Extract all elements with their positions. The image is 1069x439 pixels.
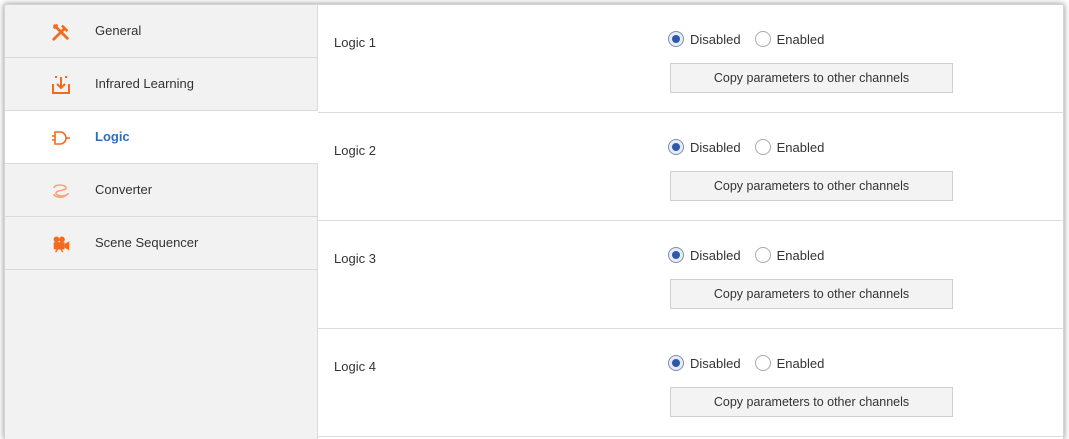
sidebar: General Infrared Learning Logic Converte… [5, 5, 318, 439]
enabled-radio-label: Enabled [776, 247, 825, 263]
enable-radio-group: Disabled Enabled [668, 31, 838, 47]
sidebar-item-label: Scene Sequencer [95, 235, 199, 250]
disabled-option[interactable]: Disabled [668, 355, 741, 371]
disabled-radio[interactable] [668, 247, 684, 263]
sidebar-item-label: Converter [95, 182, 153, 197]
tools-icon [51, 22, 71, 42]
enabled-radio-label: Enabled [776, 31, 825, 47]
channel-label: Logic 3 [334, 251, 376, 266]
disabled-radio[interactable] [668, 355, 684, 371]
download-tray-icon [51, 75, 71, 95]
enabled-radio-label: Enabled [776, 139, 825, 155]
enabled-radio-label: Enabled [776, 355, 825, 371]
logic-channel-row: Logic 1 Disabled Enabled Copy parameters… [318, 5, 1063, 113]
enabled-radio[interactable] [754, 355, 771, 371]
logic-channel-row: Logic 2 Disabled Enabled Copy parameters… [318, 113, 1063, 221]
enabled-option[interactable]: Enabled [754, 139, 825, 155]
enabled-radio[interactable] [754, 31, 771, 47]
disabled-radio-label: Disabled [690, 355, 741, 371]
enable-radio-group: Disabled Enabled [668, 139, 838, 155]
movie-camera-icon [51, 234, 71, 254]
disabled-radio-label: Disabled [690, 31, 741, 47]
logic-settings-panel: Logic 1 Disabled Enabled Copy parameters… [318, 5, 1063, 439]
sidebar-item-converter[interactable]: Converter [5, 164, 317, 217]
sidebar-item-general[interactable]: General [5, 5, 317, 58]
disabled-option[interactable]: Disabled [668, 139, 741, 155]
logic-channel-row: Logic 3 Disabled Enabled Copy parameters… [318, 221, 1063, 329]
sidebar-item-label: General [95, 23, 142, 38]
enabled-radio[interactable] [754, 139, 771, 155]
sidebar-item-label: Infrared Learning [95, 76, 195, 91]
sidebar-item-scene-sequencer[interactable]: Scene Sequencer [5, 217, 317, 270]
converter-icon [51, 181, 71, 201]
window: General Infrared Learning Logic Converte… [4, 4, 1064, 439]
copy-parameters-button[interactable]: Copy parameters to other channels [670, 387, 953, 417]
disabled-radio[interactable] [668, 139, 684, 155]
sidebar-item-infrared-learning[interactable]: Infrared Learning [5, 58, 317, 111]
copy-parameters-button[interactable]: Copy parameters to other channels [670, 171, 953, 201]
disabled-radio-label: Disabled [690, 139, 741, 155]
enabled-option[interactable]: Enabled [754, 355, 825, 371]
channel-label: Logic 2 [334, 143, 376, 158]
enabled-option[interactable]: Enabled [754, 31, 825, 47]
disabled-option[interactable]: Disabled [668, 247, 741, 263]
disabled-radio-label: Disabled [690, 247, 741, 263]
copy-parameters-button[interactable]: Copy parameters to other channels [670, 279, 953, 309]
disabled-radio[interactable] [668, 31, 684, 47]
logic-gate-icon [51, 128, 71, 148]
enabled-option[interactable]: Enabled [754, 247, 825, 263]
disabled-option[interactable]: Disabled [668, 31, 741, 47]
enable-radio-group: Disabled Enabled [668, 355, 838, 371]
enable-radio-group: Disabled Enabled [668, 247, 838, 263]
channel-label: Logic 4 [334, 359, 376, 374]
enabled-radio[interactable] [754, 247, 771, 263]
sidebar-item-label: Logic [95, 129, 130, 144]
copy-parameters-button[interactable]: Copy parameters to other channels [670, 63, 953, 93]
logic-channel-row: Logic 4 Disabled Enabled Copy parameters… [318, 329, 1063, 437]
channel-label: Logic 1 [334, 35, 376, 50]
sidebar-item-logic[interactable]: Logic [5, 111, 318, 164]
